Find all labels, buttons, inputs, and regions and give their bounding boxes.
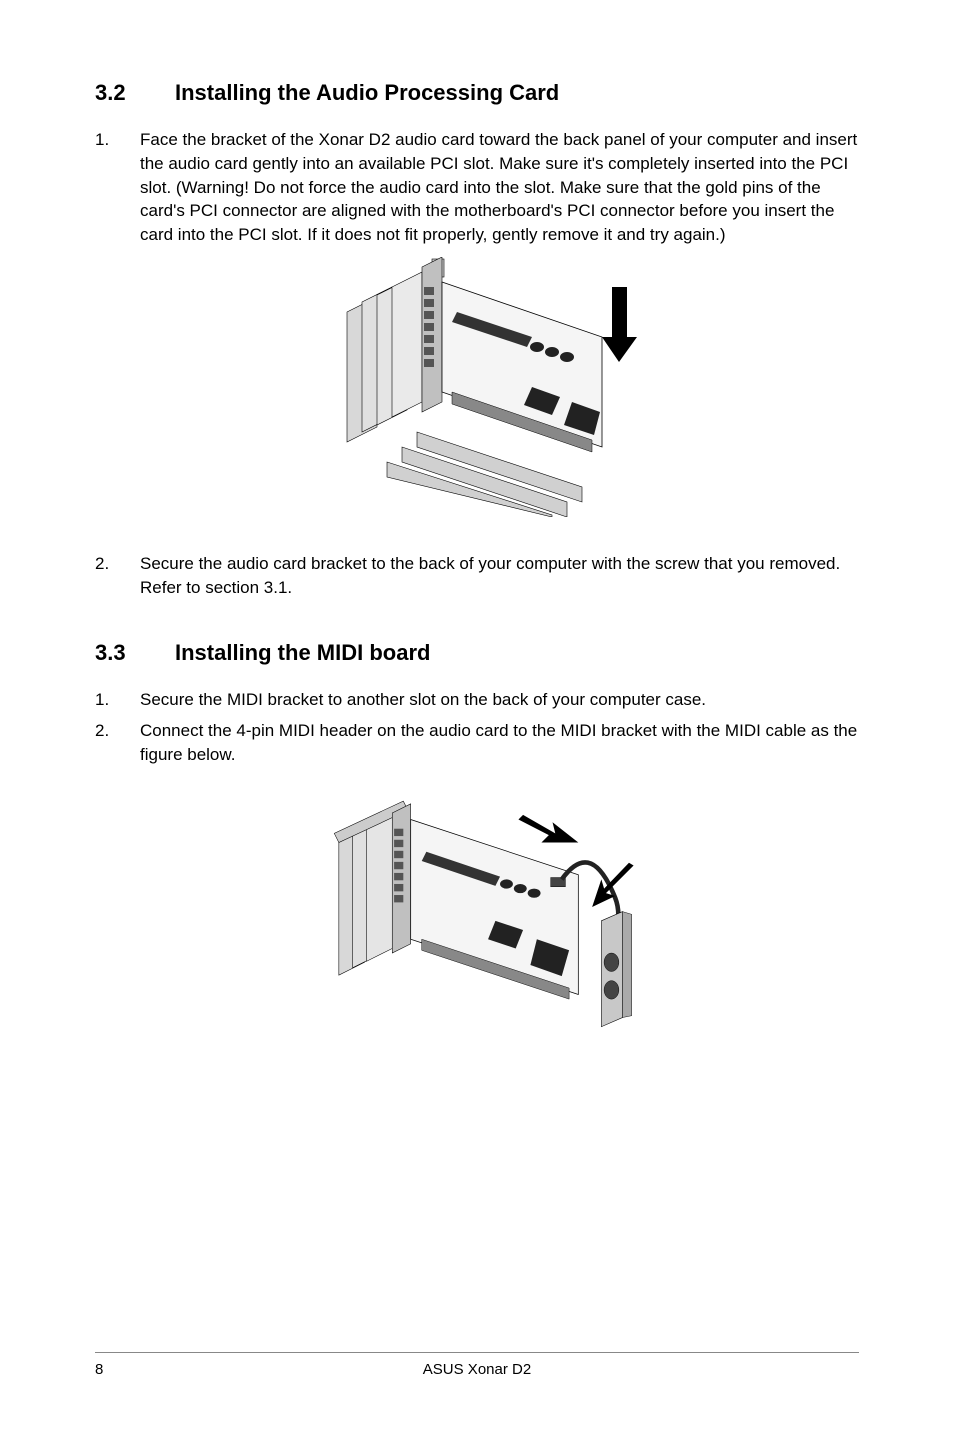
list-number: 1. [95, 688, 140, 712]
list-item: 1. Secure the MIDI bracket to another sl… [95, 688, 859, 712]
list-text: Connect the 4-pin MIDI header on the aud… [140, 719, 859, 767]
midi-install-figure [95, 777, 859, 1042]
section-title: Installing the MIDI board [175, 640, 859, 666]
list-number: 2. [95, 552, 140, 600]
list-number: 2. [95, 719, 140, 767]
section-heading-3-2: 3.2 Installing the Audio Processing Card [95, 80, 859, 106]
list-text: Secure the MIDI bracket to another slot … [140, 688, 859, 712]
footer-title: ASUS Xonar D2 [95, 1361, 859, 1378]
list-item: 2. Secure the audio card bracket to the … [95, 552, 859, 600]
section-number: 3.2 [95, 80, 175, 106]
list-text: Face the bracket of the Xonar D2 audio c… [140, 128, 859, 247]
list-item: 2. Connect the 4-pin MIDI header on the … [95, 719, 859, 767]
install-card-figure [95, 257, 859, 522]
pci-install-illustration [302, 257, 652, 517]
section-title: Installing the Audio Processing Card [175, 80, 859, 106]
list-number: 1. [95, 128, 140, 247]
midi-install-illustration [302, 777, 652, 1037]
section-number: 3.3 [95, 640, 175, 666]
list-item: 1. Face the bracket of the Xonar D2 audi… [95, 128, 859, 247]
list-text: Secure the audio card bracket to the bac… [140, 552, 859, 600]
section-heading-3-3: 3.3 Installing the MIDI board [95, 640, 859, 666]
page-footer: 8 ASUS Xonar D2 [95, 1352, 859, 1378]
